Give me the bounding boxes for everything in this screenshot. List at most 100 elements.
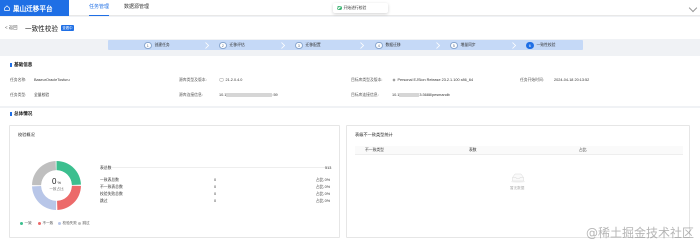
status-badge: 查看中 xyxy=(61,24,74,31)
legend-item-inconsistent: 不一致 xyxy=(38,221,53,226)
target-type-value: Personal EJSion Release 23.2.1.100 x86_6… xyxy=(392,78,473,82)
step-label: 创建任务 xyxy=(154,43,170,47)
start-time-value: 2024-04-18 20:13:52 xyxy=(554,78,590,82)
step-label: 一致性校验 xyxy=(536,43,556,47)
basic-info-panel: 基础信息 任务名称: BaseurOracleTosfuru 源库类型及版本: … xyxy=(0,56,700,106)
step-number: 6 xyxy=(526,41,534,50)
divider xyxy=(100,167,330,168)
redacted-block xyxy=(399,93,420,97)
step-incremental-sync[interactable]: 5 增量同步 xyxy=(450,41,476,50)
legend-label: 不一致 xyxy=(42,221,54,225)
legend-label: 一致 xyxy=(24,221,32,225)
donut-caption: 一致占比 xyxy=(49,187,64,191)
stat-inconsistent-count: 0 xyxy=(214,185,217,189)
chevron-right-icon xyxy=(205,42,209,49)
toast-notification: 开始进行校验 xyxy=(333,3,388,13)
target-conn-label: 目标库连接信息: xyxy=(351,93,379,97)
stat-consistent-label: 一致表总数 xyxy=(100,178,119,182)
mismatch-card-title: 表级不一致类型统计 xyxy=(355,132,393,137)
source-conn-label: 源库连接信息: xyxy=(179,93,203,97)
legend-dot xyxy=(78,222,81,225)
section-title-overall: 总体情况 xyxy=(9,111,33,116)
back-link[interactable]: < 返回 xyxy=(5,25,18,31)
step-number: 1 xyxy=(144,41,152,50)
target-type-label: 目标库类型及版本: xyxy=(351,78,383,82)
source-type-label: 源库类型及版本: xyxy=(179,78,207,82)
empty-data-icon xyxy=(511,173,525,183)
chevron-down-icon[interactable] xyxy=(688,3,698,13)
step-migration-config[interactable]: 3 迁移配置 xyxy=(295,41,321,50)
stat-total-label: 表总数 xyxy=(100,166,112,170)
database-icon xyxy=(392,78,396,82)
step-number: 5 xyxy=(450,41,458,50)
legend-item-skipped: 跳过 xyxy=(78,221,90,226)
stat-failed-pct: 占比 0% xyxy=(316,192,331,196)
column-header-ratio: 占比 xyxy=(579,148,587,152)
start-time-label: 任务开始时间: xyxy=(520,78,544,82)
tab-datasource-management[interactable]: 数据源管理 xyxy=(124,0,149,16)
source-type-text: 21.2.0.4.0 xyxy=(225,78,243,82)
success-icon xyxy=(337,5,342,11)
tab-task-management[interactable]: 任务管理 xyxy=(89,0,110,16)
chevron-right-icon xyxy=(512,42,516,49)
overview-card-title: 校验概况 xyxy=(18,132,35,137)
source-conn-prefix: 10.1 xyxy=(219,93,227,97)
target-type-text: Personal EJSion Release 23.2.1.100 x86_6… xyxy=(397,78,474,82)
task-name-value: BaseurOracleTosfuru xyxy=(34,78,70,82)
step-label: 迁移配置 xyxy=(305,43,321,47)
legend-dot xyxy=(58,222,61,225)
app-logo[interactable]: 巢山迁移平台 xyxy=(0,0,69,16)
step-number: 2 xyxy=(219,41,227,50)
donut-center: 0% 一致占比 xyxy=(31,177,82,192)
table-header xyxy=(355,146,683,155)
step-number: 3 xyxy=(295,41,303,50)
stat-inconsistent-pct: 占比 0% xyxy=(316,185,331,189)
page-title-bar: < 返回 一致性校验 查看中 xyxy=(0,17,700,39)
app-name: 巢山迁移平台 xyxy=(13,6,53,13)
legend-dot xyxy=(20,222,23,225)
step-create-task[interactable]: 1 创建任务 xyxy=(144,41,170,50)
stat-total-value: 513 xyxy=(325,166,332,170)
legend-item-consistent: 一致 xyxy=(20,221,32,226)
legend-dot xyxy=(38,222,41,225)
legend-item-failed: 校验失败 xyxy=(58,221,77,226)
target-conn-prefix: 10.1 xyxy=(392,93,400,97)
donut-unit: % xyxy=(57,180,61,185)
chevron-right-icon xyxy=(436,42,440,49)
stat-consistent-count: 0 xyxy=(214,178,217,182)
task-name-label: 任务名称: xyxy=(10,78,27,82)
stat-skipped-count: 0 xyxy=(214,199,217,203)
toast-text: 开始进行校验 xyxy=(343,5,367,10)
mismatch-stats-card: 表级不一致类型统计 不一致类型 表数 占比 暂无数据 xyxy=(346,125,690,238)
source-conn-suffix: :59 xyxy=(272,93,278,97)
redacted-block xyxy=(226,93,273,97)
step-label: 数据迁移 xyxy=(385,43,401,47)
step-label: 增量同步 xyxy=(460,43,476,47)
top-header: 巢山迁移平台 任务管理 数据源管理 开始进行校验 xyxy=(0,0,700,16)
chevron-right-icon xyxy=(360,42,364,49)
stat-failed-label: 校验失败总数 xyxy=(100,192,123,196)
stat-skipped-pct: 占比 0% xyxy=(316,199,331,203)
legend-label: 校验失败 xyxy=(62,221,77,225)
task-type-value: 全量校验 xyxy=(34,93,50,97)
database-icon xyxy=(219,78,224,82)
target-conn-suffix: 3:3688/pesmandb xyxy=(419,93,450,97)
source-type-value: 21.2.0.4.0 xyxy=(219,78,242,82)
step-number: 4 xyxy=(375,41,383,50)
empty-data-text: 暂无数据 xyxy=(510,186,525,190)
step-consistency-check[interactable]: 6 一致性校验 xyxy=(526,41,555,50)
stat-inconsistent-label: 不一致表总数 xyxy=(100,185,123,189)
stat-consistent-pct: 占比 0% xyxy=(316,178,331,182)
step-migration-assessment[interactable]: 2 迁移评估 xyxy=(219,41,245,50)
section-title-basic-info: 基础信息 xyxy=(9,62,33,67)
step-data-migration[interactable]: 4 数据迁移 xyxy=(375,41,401,50)
stat-skipped-label: 跳过 xyxy=(100,199,108,203)
watermark: @稀土掘金技术社区 xyxy=(585,226,694,240)
step-label: 迁移评估 xyxy=(229,43,245,47)
target-conn-value: 10.1 3:3688/pesmandb xyxy=(392,93,450,97)
column-header-type: 不一致类型 xyxy=(365,148,384,152)
legend-label: 跳过 xyxy=(82,221,90,225)
home-icon xyxy=(4,5,10,11)
page-title: 一致性校验 xyxy=(25,26,58,33)
chevron-right-icon xyxy=(281,42,285,49)
